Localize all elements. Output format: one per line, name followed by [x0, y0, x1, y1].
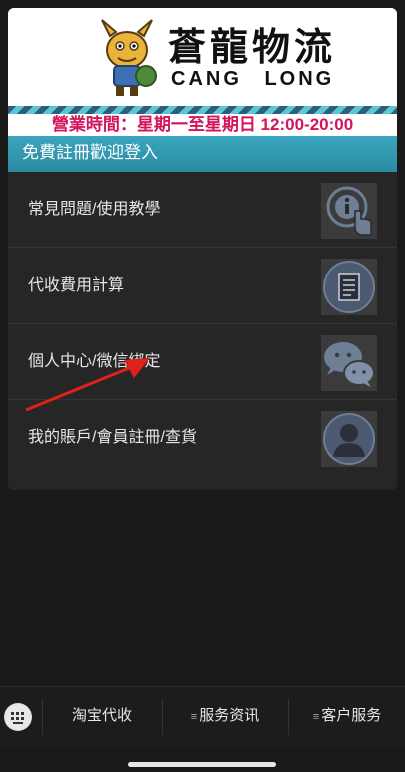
home-indicator[interactable]	[128, 762, 276, 767]
wechat-icon	[321, 335, 377, 391]
dragon-mascot-logo	[101, 19, 157, 96]
menu-list: 常見問題/使用教學 代收費用計算 個人中心/微信綁定 我的賬戶/會員註冊/查貨	[8, 172, 397, 476]
header-banner: 蒼龍物流 CANG LONG 營業時間：星期一至星期日 12:00-20:00 …	[8, 8, 397, 172]
red-annotation-arrow	[25, 358, 150, 412]
submenu-icon: ≡	[312, 711, 320, 723]
menu-item-faq[interactable]: 常見問題/使用教學	[8, 172, 397, 248]
bottom-menu-bar: 淘宝代收 ≡ 服务资讯 ≡ 客户服务	[0, 686, 405, 747]
tab-label: 客户服务	[321, 707, 382, 724]
menu-item-label: 代收費用計算	[28, 277, 125, 294]
submenu-icon: ≡	[190, 711, 198, 723]
document-icon	[321, 259, 377, 315]
brand-english-name: CANG LONG	[171, 68, 335, 90]
tab-customer-service[interactable]: ≡ 客户服务	[289, 687, 405, 747]
keyboard-toggle-icon[interactable]	[4, 703, 32, 731]
business-hours: 營業時間：星期一至星期日 12:00-20:00	[8, 114, 397, 136]
tab-label: 服务资讯	[199, 707, 260, 724]
tab-service-info[interactable]: ≡ 服务资讯	[163, 687, 287, 747]
info-touch-icon	[321, 183, 377, 239]
brand-chinese-name: 蒼龍物流	[168, 24, 337, 69]
menu-item-label: 常見問題/使用教學	[28, 201, 161, 218]
user-icon	[321, 411, 377, 467]
tab-taobao-collect[interactable]: 淘宝代收	[42, 687, 162, 747]
decorative-stripe	[8, 106, 397, 114]
tab-label: 淘宝代收	[71, 707, 132, 724]
welcome-bar[interactable]: 免費註冊歡迎登入	[8, 136, 397, 172]
logo-area: 蒼龍物流 CANG LONG	[8, 8, 397, 106]
menu-item-fee-calculator[interactable]: 代收費用計算	[8, 248, 397, 324]
